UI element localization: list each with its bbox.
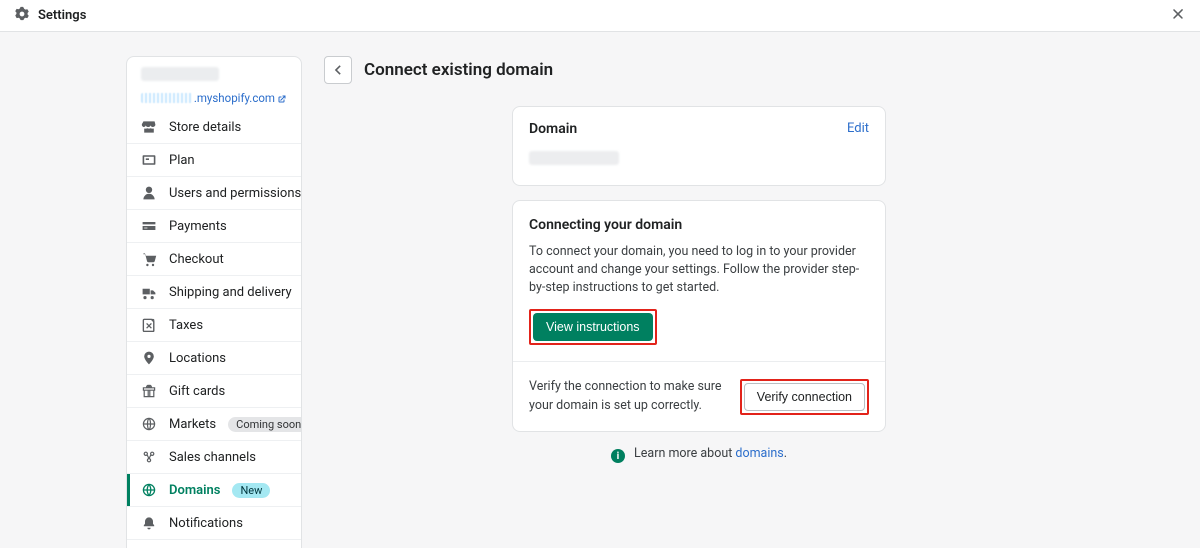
notifications-icon: [141, 515, 157, 531]
sidebar-item-label: Taxes: [169, 318, 203, 333]
sidebar-item-label: Plan: [169, 153, 195, 168]
sidebar-item-label: Checkout: [169, 252, 224, 267]
sidebar-item-label: Store details: [169, 120, 241, 135]
sidebar-item-label: Payments: [169, 219, 227, 234]
payments-icon: [141, 218, 157, 234]
gear-icon: [14, 6, 30, 26]
sidebar-item-metafields[interactable]: Metafields: [127, 539, 301, 548]
verify-body: Verify the connection to make sure your …: [529, 378, 726, 414]
connecting-title: Connecting your domain: [529, 217, 869, 233]
sidebar-item-users[interactable]: Users and permissions: [127, 176, 301, 209]
sidebar-badge-domains: New: [232, 483, 270, 498]
domain-card: Domain Edit: [512, 106, 886, 186]
sidebar-item-checkout[interactable]: Checkout: [127, 242, 301, 275]
store-url-link[interactable]: .myshopify.com: [194, 91, 275, 105]
highlight-view-instructions: View instructions: [529, 309, 657, 345]
sidebar-item-notifications[interactable]: Notifications: [127, 506, 301, 539]
sidebar-item-shipping[interactable]: Shipping and delivery: [127, 275, 301, 308]
sidebar-item-label: Markets: [169, 417, 216, 432]
canvas: .myshopify.com Store details Plan Users an…: [0, 32, 1200, 548]
store-url-suffix: .myshopify.com: [194, 91, 275, 105]
sidebar-item-plan[interactable]: Plan: [127, 143, 301, 176]
domain-card-title: Domain: [529, 121, 577, 137]
sidebar-item-gift-cards[interactable]: Gift cards: [127, 374, 301, 407]
page-title: Connect existing domain: [364, 60, 553, 80]
taxes-icon: [141, 317, 157, 333]
sidebar-item-label: Shipping and delivery: [169, 285, 292, 300]
markets-icon: [141, 416, 157, 432]
verify-connection-button[interactable]: Verify connection: [744, 383, 865, 411]
settings-sidebar: .myshopify.com Store details Plan Users an…: [126, 56, 302, 548]
store-name-redacted: [141, 67, 219, 81]
learn-prefix: Learn more about: [634, 446, 735, 461]
sidebar-item-label: Gift cards: [169, 384, 225, 399]
users-icon: [141, 185, 157, 201]
sidebar-item-label: Locations: [169, 351, 226, 366]
topbar-title: Settings: [38, 8, 86, 23]
sidebar-badge-markets: Coming soon: [228, 417, 302, 432]
sidebar-item-label: Notifications: [169, 516, 243, 531]
connecting-card: Connecting your domain To connect your d…: [512, 200, 886, 432]
external-link-icon: [277, 93, 287, 103]
topbar: Settings: [0, 0, 1200, 32]
store-subdomain-redacted: [141, 93, 192, 103]
domain-value-redacted: [529, 151, 619, 165]
info-icon: i: [611, 449, 625, 463]
highlight-verify-connection: Verify connection: [740, 379, 869, 415]
sidebar-item-taxes[interactable]: Taxes: [127, 308, 301, 341]
back-button[interactable]: [324, 56, 352, 84]
view-instructions-button[interactable]: View instructions: [533, 313, 653, 341]
sidebar-item-payments[interactable]: Payments: [127, 209, 301, 242]
gift-cards-icon: [141, 383, 157, 399]
domains-icon: [141, 482, 157, 498]
connecting-body: To connect your domain, you need to log …: [529, 243, 869, 297]
shipping-icon: [141, 284, 157, 300]
sidebar-item-sales-channels[interactable]: Sales channels: [127, 440, 301, 473]
sidebar-item-locations[interactable]: Locations: [127, 341, 301, 374]
content: Connect existing domain Domain Edit: [324, 56, 1074, 463]
sidebar-item-store-details[interactable]: Store details: [127, 111, 301, 143]
learn-more-row: i Learn more about domains.: [512, 446, 886, 464]
sales-channels-icon: [141, 449, 157, 465]
sidebar-item-label: Sales channels: [169, 450, 256, 465]
sidebar-item-markets[interactable]: Markets Coming soon: [127, 407, 301, 440]
close-icon[interactable]: [1170, 6, 1186, 26]
sidebar-item-label: Domains: [169, 483, 220, 498]
learn-domains-link[interactable]: domains: [735, 446, 783, 461]
learn-suffix: .: [784, 446, 787, 461]
sidebar-item-label: Users and permissions: [169, 186, 301, 201]
edit-domain-link[interactable]: Edit: [847, 121, 869, 136]
checkout-icon: [141, 251, 157, 267]
sidebar-item-domains[interactable]: Domains New: [127, 473, 301, 506]
plan-icon: [141, 152, 157, 168]
sidebar-store-header: .myshopify.com: [127, 57, 301, 111]
store-details-icon: [141, 119, 157, 135]
locations-icon: [141, 350, 157, 366]
